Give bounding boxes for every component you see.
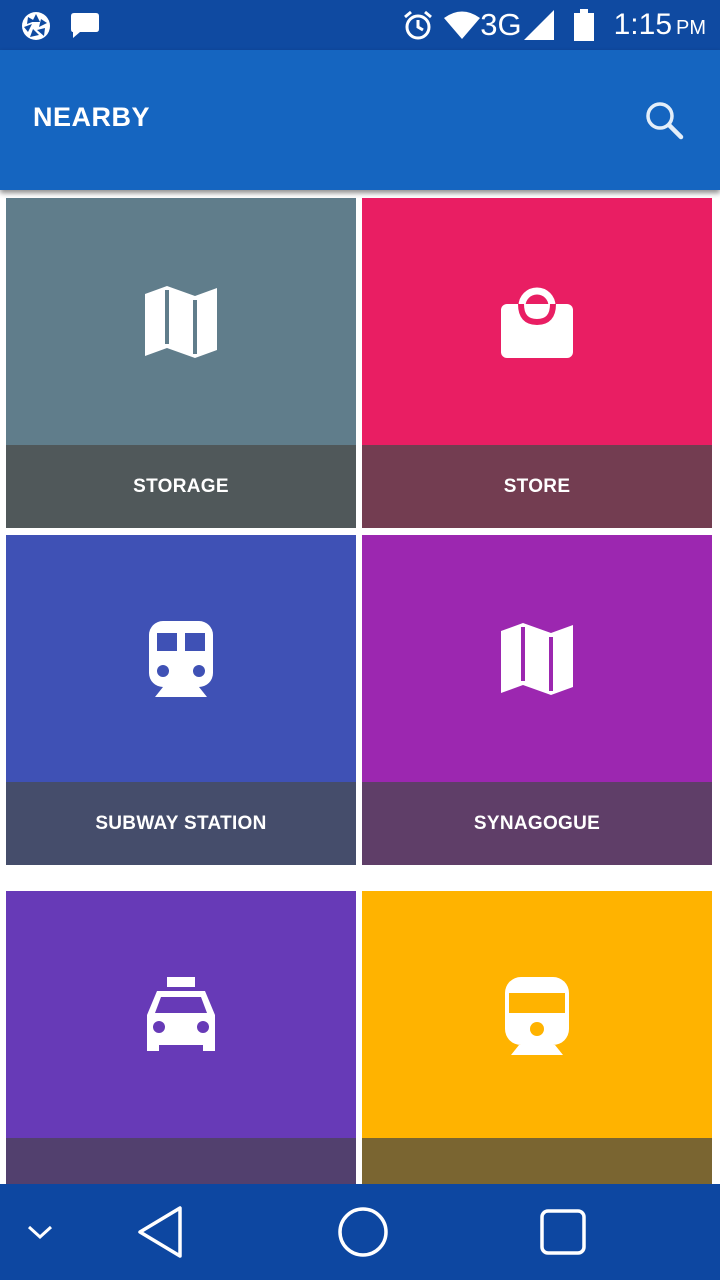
wifi-icon <box>444 11 481 39</box>
network-type: 3G <box>480 7 522 42</box>
recents-icon <box>540 1209 586 1255</box>
search-icon[interactable] <box>640 96 688 144</box>
tile-icon-area <box>6 535 356 782</box>
alarm-icon <box>404 10 433 40</box>
recents-button[interactable] <box>534 1184 592 1280</box>
tile-icon-area <box>362 891 712 1138</box>
tile-label: SYNAGOGUE <box>473 812 601 834</box>
aperture-icon <box>22 12 50 40</box>
back-button[interactable] <box>130 1184 190 1280</box>
category-tile-store[interactable]: STORE <box>362 198 712 528</box>
app-bar: NEARBY <box>0 50 720 190</box>
tile-label: SUBWAY STATION <box>95 812 267 834</box>
hide-nav-button[interactable] <box>20 1184 60 1280</box>
category-grid: STORAGE STORE SUBWAY STATION SYNAGOGUE <box>0 190 720 1184</box>
tile-label-area: STORE <box>362 445 712 528</box>
clock: 1:15 PM <box>613 8 706 41</box>
tile-label: STORAGE <box>133 475 229 497</box>
shopping-bag-icon <box>501 287 573 358</box>
back-icon <box>138 1206 182 1258</box>
status-bar: 3G 1:15 PM <box>0 0 720 50</box>
tile-icon-area <box>362 535 712 782</box>
signal-icon <box>523 10 554 40</box>
tile-icon-area <box>6 891 356 1138</box>
navigation-bar <box>0 1184 720 1280</box>
category-tile-subway-station[interactable]: SUBWAY STATION <box>6 535 356 865</box>
tile-label-area <box>362 1138 712 1184</box>
category-tile-taxi[interactable] <box>6 891 356 1184</box>
tile-label-area <box>6 1138 356 1184</box>
subway-icon <box>149 620 213 697</box>
tile-label: STORE <box>503 475 571 497</box>
home-icon <box>338 1207 388 1257</box>
message-icon <box>71 13 99 38</box>
page-title: NEARBY <box>33 102 151 132</box>
battery-icon <box>573 9 594 41</box>
category-tile-train[interactable] <box>362 891 712 1184</box>
tile-label-area: STORAGE <box>6 445 356 528</box>
taxi-icon <box>147 976 215 1051</box>
home-button[interactable] <box>332 1184 394 1280</box>
map-icon <box>501 622 573 695</box>
train-icon <box>505 976 569 1055</box>
map-icon <box>145 285 217 358</box>
chevron-down-icon <box>27 1225 53 1240</box>
tile-icon-area <box>6 198 356 445</box>
tile-icon-area <box>362 198 712 445</box>
tile-label-area: SYNAGOGUE <box>362 782 712 865</box>
category-tile-storage[interactable]: STORAGE <box>6 198 356 528</box>
tile-label-area: SUBWAY STATION <box>6 782 356 865</box>
category-tile-synagogue[interactable]: SYNAGOGUE <box>362 535 712 865</box>
